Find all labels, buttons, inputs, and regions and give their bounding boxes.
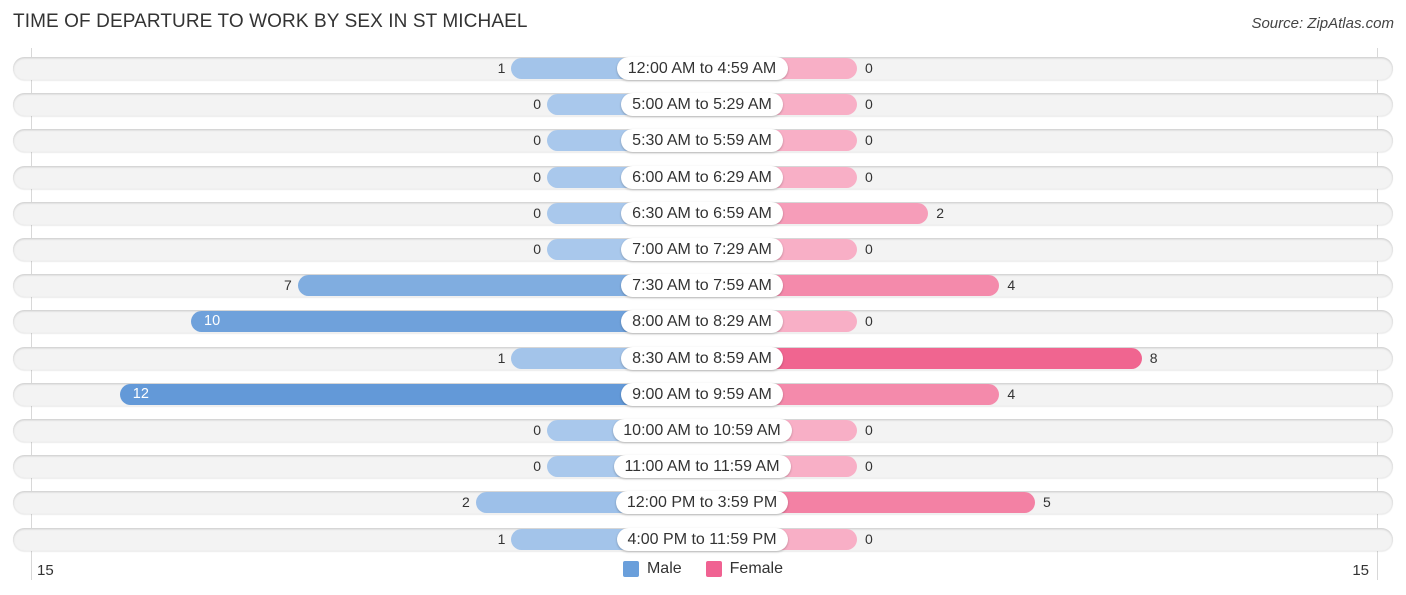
category-label: 8:00 AM to 8:29 AM [621,310,783,334]
legend-item-male[interactable]: Male [622,560,682,578]
legend: Male Female [0,560,1406,578]
category-label: 7:30 AM to 7:59 AM [621,274,783,298]
value-label-male: 0 [533,204,541,221]
legend-label-female: Female [729,560,784,577]
category-label: 4:00 PM to 11:59 PM [616,527,788,551]
value-label-female: 0 [865,458,873,475]
value-label-male: 0 [533,458,541,475]
value-label-female: 0 [865,60,873,76]
value-label-male: 7 [284,277,292,294]
value-label-male: 10 [204,313,221,330]
value-label-female: 8 [1149,349,1158,366]
bar-male[interactable] [119,383,702,405]
category-label: 9:00 AM to 9:59 AM [621,382,783,406]
category-label: 7:00 AM to 7:29 AM [621,238,783,261]
category-label: 11:00 AM to 11:59 AM [613,455,791,479]
value-label-male: 0 [533,168,541,185]
category-label: 6:00 AM to 6:29 AM [621,165,783,189]
value-label-female: 5 [1043,494,1051,511]
value-label-male: 1 [497,60,506,76]
value-label-female: 0 [865,530,873,547]
value-label-female: 0 [865,313,873,330]
category-label: 8:30 AM to 8:59 AM [621,346,783,370]
value-label-female: 4 [1007,385,1016,402]
value-label-female: 0 [865,241,873,257]
value-label-male: 0 [533,96,541,113]
chart-area: 1 0 12:00 AM to 4:59 AM 0 0 5:00 AM to 5:29 A… [0,0,1406,595]
legend-swatch-male [622,561,639,577]
category-label: 5:00 AM to 5:29 AM [621,93,783,117]
legend-label-male: Male [646,560,682,577]
value-label-male: 12 [132,385,149,402]
value-label-female: 2 [936,204,944,221]
category-label: 12:00 PM to 3:59 PM [616,491,788,515]
value-label-male: 1 [497,349,506,366]
value-label-female: 4 [1007,277,1016,294]
value-label-female: 0 [865,132,873,149]
category-label: 10:00 AM to 10:59 AM [612,419,792,442]
value-label-male: 2 [462,494,470,511]
value-label-male: 0 [533,132,541,149]
value-label-female: 0 [865,168,873,185]
category-label: 6:30 AM to 6:59 AM [621,201,783,225]
category-label: 12:00 AM to 4:59 AM [616,57,788,80]
category-label: 5:30 AM to 5:59 AM [621,129,783,153]
value-label-male: 1 [497,530,506,547]
legend-swatch-female [705,561,722,577]
legend-item-female[interactable]: Female [705,560,784,578]
value-label-female: 0 [865,422,873,438]
value-label-female: 0 [865,96,873,113]
value-label-male: 0 [533,422,541,438]
value-label-male: 0 [533,241,541,257]
